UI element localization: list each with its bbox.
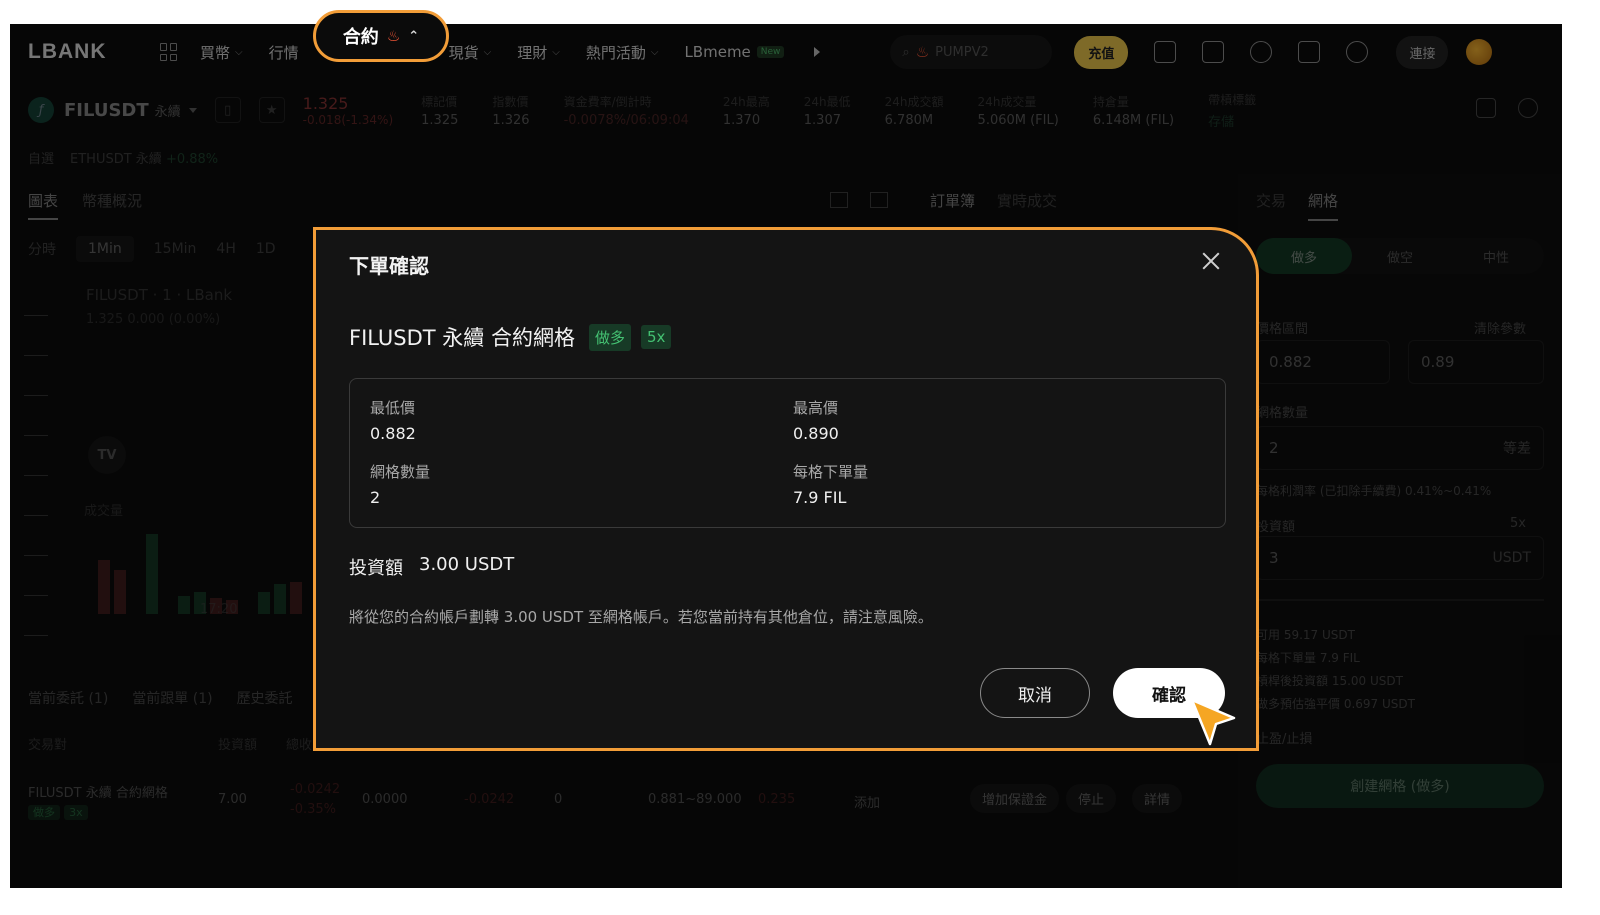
- close-icon[interactable]: [1200, 250, 1222, 272]
- summary-high-price: 最高價 0.890: [793, 399, 839, 443]
- summary-low-price: 最低價 0.882: [370, 399, 416, 443]
- summary-grid-count: 網格數量 2: [370, 463, 431, 507]
- contract-name: FILUSDT 永續 合約網格: [349, 326, 575, 350]
- pointer-cursor-icon: [1190, 698, 1236, 746]
- flame-icon: ♨: [386, 27, 401, 45]
- transfer-notice: 將從您的合約帳戶劃轉 3.00 USDT 至網格帳戶。若您當前持有其他倉位，請注…: [349, 608, 933, 626]
- leverage-badge: 5x: [641, 325, 672, 349]
- summary-per-grid-qty: 每格下單量 7.9 FIL: [793, 463, 869, 507]
- nav-futures-highlighted[interactable]: 合約 ♨ ⌃: [313, 10, 449, 62]
- chevron-up-icon: ⌃: [408, 28, 420, 44]
- side-badge: 做多: [588, 323, 631, 351]
- cancel-button[interactable]: 取消: [980, 668, 1090, 718]
- order-summary-box: 最低價 0.882 最高價 0.890 網格數量 2 每格下單量 7.9 FIL: [349, 378, 1226, 528]
- order-confirm-dialog: 下單確認 FILUSDT 永續 合約網格 做多 5x 最低價 0.882 最高價 0…: [313, 227, 1259, 751]
- dialog-title: 下單確認: [349, 254, 429, 278]
- invest-amount: 投資額 3.00 USDT: [349, 554, 515, 579]
- dialog-heading: FILUSDT 永續 合約網格 做多 5x: [349, 322, 672, 352]
